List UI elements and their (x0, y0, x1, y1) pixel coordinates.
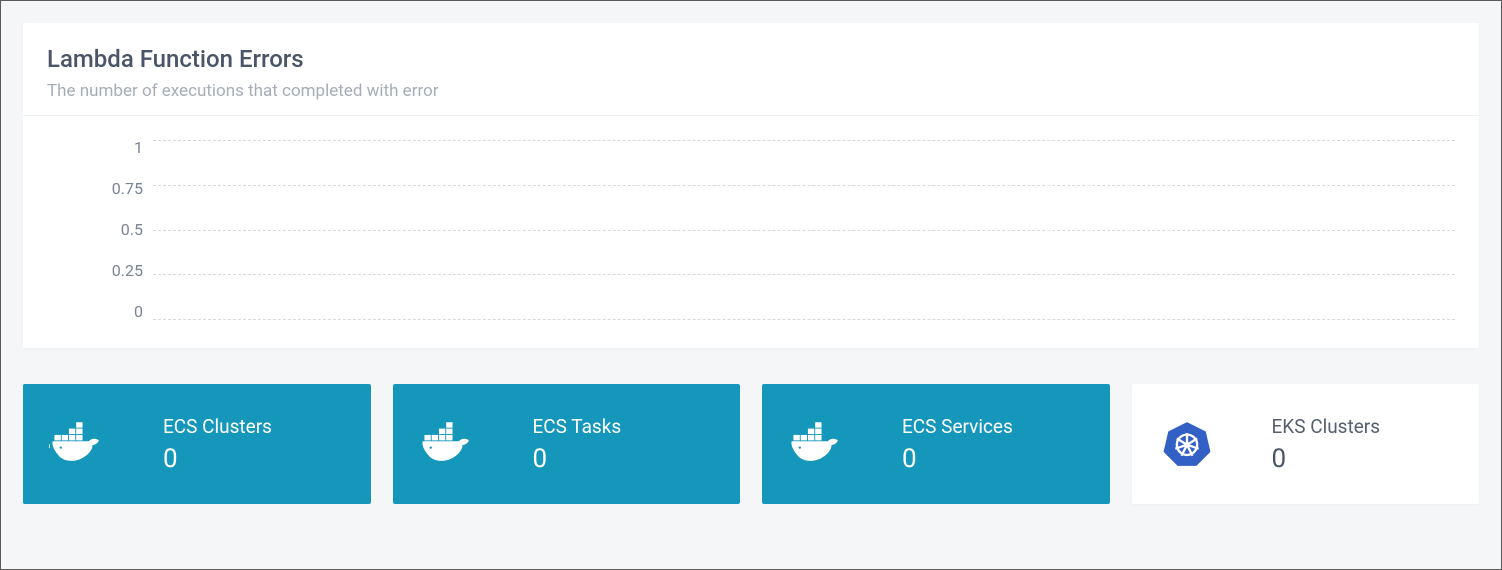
docker-icon (788, 415, 846, 473)
gridline (153, 185, 1455, 186)
stat-text: ECS Services 0 (902, 415, 1013, 474)
stat-label: ECS Tasks (533, 415, 622, 438)
lambda-errors-chart-card: Lambda Function Errors The number of exe… (23, 23, 1479, 348)
stat-value: 0 (163, 444, 272, 474)
stat-text: ECS Clusters 0 (163, 415, 272, 474)
gridline (153, 274, 1455, 275)
stat-text: ECS Tasks 0 (533, 415, 622, 474)
stat-card-ecs-clusters[interactable]: ECS Clusters 0 (23, 384, 371, 504)
stat-card-eks-clusters[interactable]: EKS Clusters 0 (1132, 384, 1480, 504)
chart-grid (153, 140, 1455, 320)
stat-label: EKS Clusters (1272, 415, 1381, 438)
stat-text: EKS Clusters 0 (1272, 415, 1381, 474)
chart-y-axis: 1 0.75 0.5 0.25 0 (47, 140, 153, 320)
y-tick: 1 (134, 140, 143, 156)
gridline (153, 140, 1455, 141)
gridline (153, 319, 1455, 320)
chart-header: Lambda Function Errors The number of exe… (23, 23, 1479, 116)
chart-area: 1 0.75 0.5 0.25 0 (47, 140, 1455, 320)
chart-title: Lambda Function Errors (47, 45, 1455, 73)
docker-icon (49, 415, 107, 473)
gridline (153, 230, 1455, 231)
y-tick: 0 (134, 304, 143, 320)
stat-card-ecs-services[interactable]: ECS Services 0 (762, 384, 1110, 504)
y-tick: 0.75 (112, 181, 143, 197)
stat-value: 0 (902, 444, 1013, 474)
stat-value: 0 (1272, 444, 1381, 474)
stat-label: ECS Clusters (163, 415, 272, 438)
chart-subtitle: The number of executions that completed … (47, 81, 1455, 101)
kubernetes-icon (1158, 415, 1216, 473)
stat-label: ECS Services (902, 415, 1013, 438)
docker-icon (419, 415, 477, 473)
y-tick: 0.25 (112, 263, 143, 279)
stats-row: ECS Clusters 0 ECS Tasks 0 (23, 384, 1479, 504)
stat-card-ecs-tasks[interactable]: ECS Tasks 0 (393, 384, 741, 504)
chart-body: 1 0.75 0.5 0.25 0 (23, 116, 1479, 348)
y-tick: 0.5 (121, 222, 143, 238)
stat-value: 0 (533, 444, 622, 474)
